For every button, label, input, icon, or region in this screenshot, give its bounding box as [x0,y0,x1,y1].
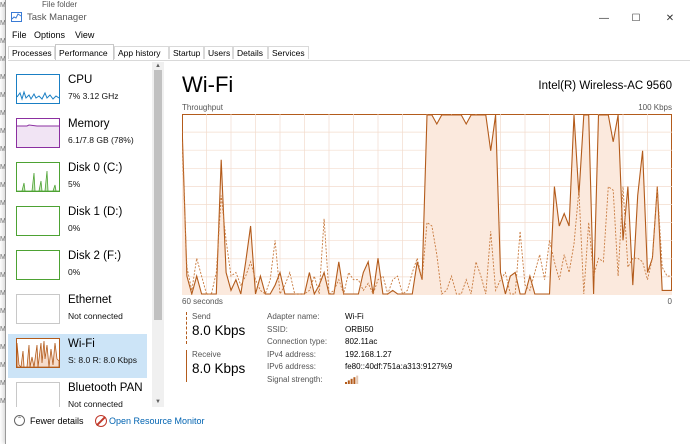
resource-sidebar: CPU 7% 3.12 GHz Memory 6.1/7.8 GB (78%) … [8,62,154,407]
adapter-model-name: Intel(R) Wireless-AC 9560 [538,80,672,92]
receive-stat: Receive 8.0 Kbps [186,350,262,382]
scroll-thumb[interactable] [154,70,162,320]
fewer-details-button[interactable]: Fewer details [30,416,84,426]
tab-users[interactable]: Users [204,46,233,59]
sidebar-item-subtext: 0% [68,267,81,277]
task-manager-window: File folder Task Manager — ☐ ✕ File Opti… [5,0,690,444]
sidebar-item-subtext: 6.1/7.8 GB (78%) [68,135,134,145]
footer-bar: ⌃ Fewer details Open Resource Monitor [6,408,690,436]
sidebar-item-ethernet[interactable]: Ethernet Not connected [8,290,147,334]
tab-bar: Processes Performance App history Startu… [8,44,690,61]
scroll-up-arrow-icon[interactable]: ▲ [154,63,162,69]
detail-key: IPv6 address: [267,362,316,372]
detail-key: Adapter name: [267,312,320,321]
tab-processes[interactable]: Processes [8,46,55,59]
sidebar-item-disk-2[interactable]: Disk 2 (F:) 0% [8,246,147,290]
detail-key: IPv4 address: [267,349,316,359]
menu-options[interactable]: Options [34,30,65,40]
send-value: 8.0 Kbps [192,323,246,338]
cpu-thumbnail-graph [16,74,60,104]
detail-key: Signal strength: [267,374,323,384]
menu-file[interactable]: File [12,30,27,40]
sidebar-item-label: Disk 1 (D:) [68,206,123,218]
disk-2-thumbnail-graph [16,250,60,280]
signal-bar [356,375,359,384]
receive-label: Receive [192,350,221,359]
menu-bar: File Options View [6,29,690,43]
throughput-graph [182,114,672,295]
memory-thumbnail-graph [16,118,60,148]
sidebar-item-subtext: 5% [68,179,81,189]
sidebar-item-label: Bluetooth PAN [68,382,143,394]
bluetooth-thumbnail-graph [16,382,60,407]
tab-services[interactable]: Services [268,46,309,59]
scroll-down-arrow-icon[interactable]: ▼ [154,399,162,405]
sidebar-item-memory[interactable]: Memory 6.1/7.8 GB (78%) [8,114,147,158]
signal-bar [350,378,353,384]
detail-value: 802.11ac [345,337,378,347]
throughput-label: Throughput [182,103,223,112]
send-stat: Send 8.0 Kbps [186,312,262,344]
chevron-up-icon[interactable]: ⌃ [14,415,25,426]
sidebar-item-subtext: 7% 3.12 GHz [68,91,119,101]
tab-startup[interactable]: Startup [169,46,204,59]
receive-value: 8.0 Kbps [192,361,246,376]
minimize-button[interactable]: — [590,10,618,26]
title-bar[interactable]: Task Manager — ☐ ✕ [6,8,690,28]
open-resource-monitor-link[interactable]: Open Resource Monitor [109,416,205,426]
page-title: Wi-Fi [182,72,234,97]
window-title: Task Manager [27,12,87,23]
x-axis-right-label: 0 [667,297,672,306]
maximize-button[interactable]: ☐ [622,10,650,26]
detail-value: ORBI50 [345,324,374,334]
ethernet-thumbnail-graph [16,294,60,324]
wifi-thumbnail-graph [16,338,60,368]
signal-bar [353,377,356,384]
signal-bar [345,381,347,384]
sidebar-item-label: Disk 2 (F:) [68,250,122,262]
send-label: Send [192,312,211,321]
detail-value: 192.168.1.27 [345,349,392,359]
sidebar-item-label: Disk 0 (C:) [68,162,123,174]
throughput-max-label: 100 Kbps [638,103,672,112]
sidebar-item-cpu[interactable]: CPU 7% 3.12 GHz [8,70,147,114]
tab-app-history[interactable]: App history [114,46,169,59]
sidebar-item-subtext: Not connected [68,399,123,407]
performance-detail-pane: Wi-Fi Intel(R) Wireless-AC 9560 Throughp… [178,62,683,407]
disk-1-thumbnail-graph [16,206,60,236]
disk-0-thumbnail-graph [16,162,60,192]
detail-key: Connection type: [267,337,328,347]
resource-monitor-icon[interactable] [95,415,107,427]
detail-value: fe80::40df:751a:a313:9127%9 [345,362,453,372]
sidebar-item-label: CPU [68,74,93,86]
close-button[interactable]: ✕ [656,10,684,26]
sidebar-item-subtext: S: 8.0 R: 8.0 Kbps [68,355,137,365]
detail-key: SSID: [267,324,288,334]
detail-value: Wi-Fi [345,312,364,321]
signal-bar [347,380,350,384]
sidebar-item-disk-0[interactable]: Disk 0 (C:) 5% [8,158,147,202]
sidebar-scrollbar[interactable]: ▲ ▼ [152,62,164,407]
sidebar-item-label: Ethernet [68,294,112,306]
sidebar-item-wifi[interactable]: Wi-Fi S: 8.0 R: 8.0 Kbps [8,334,147,378]
tab-performance[interactable]: Performance [55,44,114,60]
x-axis-left-label: 60 seconds [182,297,223,306]
sidebar-item-label: Wi-Fi [68,338,95,350]
menu-view[interactable]: View [75,30,94,40]
tab-details[interactable]: Details [233,46,268,59]
sidebar-item-bluetooth-pan[interactable]: Bluetooth PAN Not connected [8,378,147,407]
task-manager-icon [11,12,22,22]
signal-strength-icon [345,375,359,386]
sidebar-item-subtext: Not connected [68,311,123,321]
sidebar-item-label: Memory [68,118,110,130]
sidebar-item-subtext: 0% [68,223,81,233]
sidebar-item-disk-1[interactable]: Disk 1 (D:) 0% [8,202,147,246]
